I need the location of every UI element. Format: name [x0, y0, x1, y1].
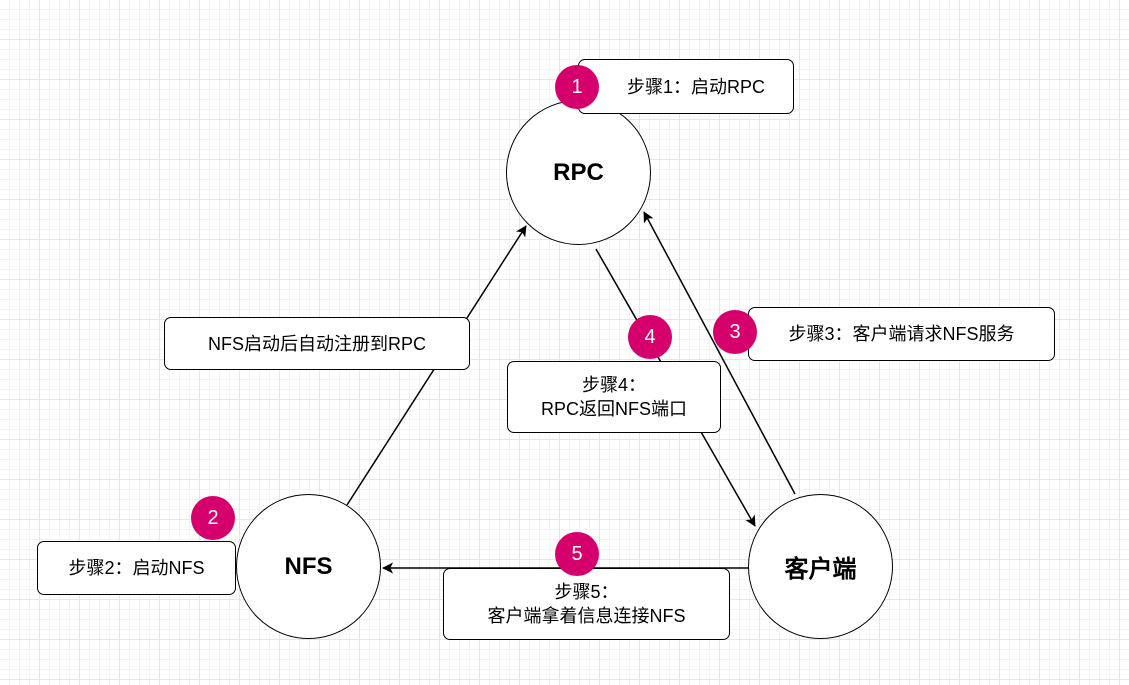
step3-text: 步骤3：客户端请求NFS服务	[788, 324, 1015, 344]
edge-label-nfs-to-rpc[interactable]: NFS启动后自动注册到RPC	[164, 317, 470, 370]
step1-badge: 1	[555, 65, 599, 109]
step2-number: 2	[207, 506, 219, 529]
step5-label[interactable]: 步骤5： 客户端拿着信息连接NFS	[443, 568, 730, 640]
node-rpc-label: RPC	[553, 158, 604, 186]
step3-badge: 3	[713, 310, 757, 354]
step2-badge: 2	[191, 496, 235, 540]
step4-line2: RPC返回NFS端口	[540, 399, 687, 419]
step4-line1: 步骤4：	[581, 375, 646, 395]
step2-label[interactable]: 步骤2：启动NFS	[37, 541, 236, 595]
node-nfs[interactable]: NFS	[236, 494, 381, 639]
step5-line2: 客户端拿着信息连接NFS	[487, 606, 686, 626]
node-nfs-label: NFS	[284, 552, 333, 580]
node-client-label: 客户端	[784, 556, 857, 583]
step4-label[interactable]: 步骤4： RPC返回NFS端口	[507, 361, 721, 433]
step5-badge: 5	[555, 532, 599, 576]
step4-badge: 4	[628, 315, 672, 359]
step2-text: 步骤2：启动NFS	[68, 558, 205, 578]
step1-text: 步骤1：启动RPC	[626, 76, 765, 97]
step4-number: 4	[644, 325, 656, 348]
step5-line1: 步骤5：	[554, 582, 619, 602]
node-rpc[interactable]: RPC	[506, 100, 651, 245]
step1-number: 1	[571, 75, 583, 98]
step3-number: 3	[729, 320, 741, 343]
step3-label[interactable]: 步骤3：客户端请求NFS服务	[748, 307, 1055, 361]
node-client[interactable]: 客户端	[748, 494, 893, 639]
step1-label[interactable]: 步骤1：启动RPC	[578, 59, 794, 114]
edge-label-nfs-to-rpc-text: NFS启动后自动注册到RPC	[207, 333, 426, 354]
step5-number: 5	[571, 542, 583, 565]
